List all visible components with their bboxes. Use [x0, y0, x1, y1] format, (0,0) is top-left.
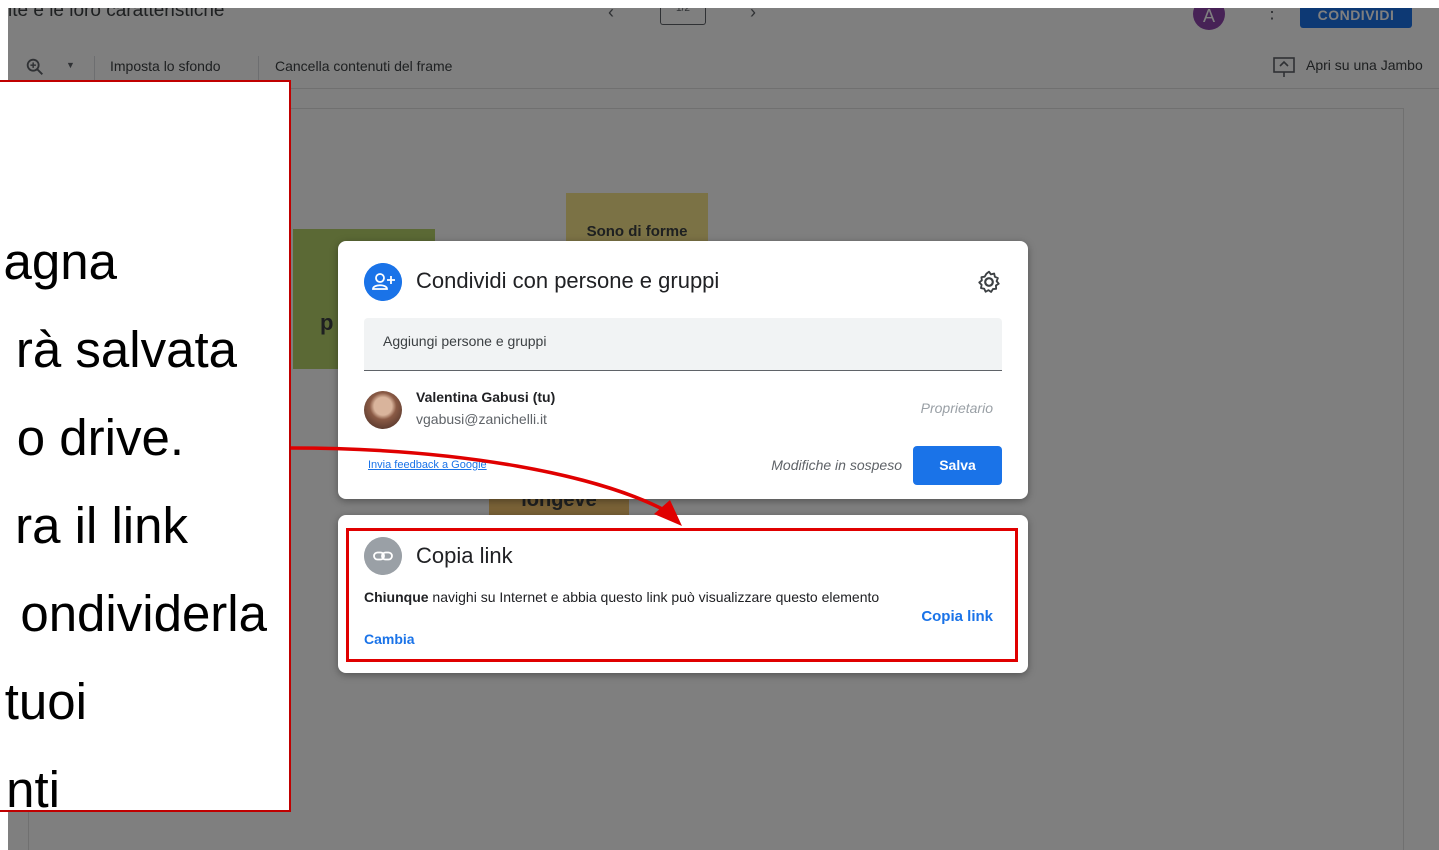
instruction-line: nti: [6, 761, 60, 812]
user-avatar: [364, 391, 402, 429]
red-highlight-frame: [346, 528, 1018, 662]
instruction-line: agna: [3, 233, 117, 290]
share-dialog: Condividi con persone e gruppi Valentina…: [338, 241, 1028, 499]
instruction-line: ra il link: [15, 497, 188, 554]
pending-changes-status: Modifiche in sospeso: [771, 457, 902, 473]
instruction-line: o drive.: [16, 409, 184, 466]
share-dialog-title: Condividi con persone e gruppi: [416, 268, 720, 293]
gear-icon[interactable]: [976, 269, 1002, 295]
copy-link-dialog: Copia link Chiunque navighi su Internet …: [338, 515, 1028, 673]
instruction-line: tuoi: [4, 673, 87, 730]
user-email: vgabusi@zanichelli.it: [416, 411, 547, 427]
instruction-line: rà salvata: [15, 321, 237, 378]
send-feedback-link[interactable]: Invia feedback a Google: [368, 459, 487, 471]
add-people-field[interactable]: [364, 318, 1002, 371]
user-name: Valentina Gabusi (tu): [416, 389, 556, 405]
instruction-callout: agna rà salvata o drive. ra il link ondi…: [0, 80, 291, 812]
user-role: Proprietario: [920, 400, 993, 416]
instruction-line: ondividerla: [20, 585, 267, 642]
add-person-icon: [364, 263, 402, 301]
save-button[interactable]: Salva: [913, 446, 1002, 485]
add-people-input[interactable]: [381, 332, 985, 350]
